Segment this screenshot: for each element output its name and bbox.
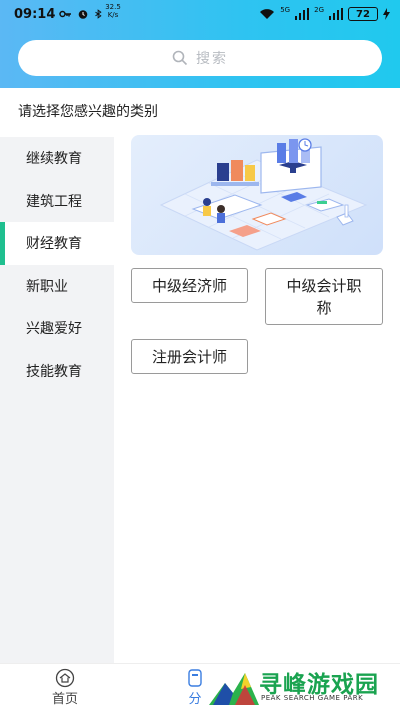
battery-indicator: 72 — [348, 7, 378, 21]
sidebar-item-label: 兴趣爱好 — [26, 321, 82, 338]
search-icon — [172, 50, 188, 66]
network-speed: 32.5 K/s — [104, 3, 122, 19]
alarm-icon — [78, 10, 88, 19]
category-banner-illustration — [131, 135, 383, 255]
status-time: 09:14 — [14, 7, 56, 22]
charging-icon — [383, 8, 390, 20]
home-icon — [55, 668, 75, 688]
signal-icon-1 — [295, 8, 310, 20]
wifi-icon — [260, 9, 275, 19]
sidebar-item-continuing-education[interactable]: 继续教育 — [0, 137, 114, 180]
nav-home-label: 首页 — [52, 692, 79, 707]
tag-intermediate-accountant[interactable]: 中级会计职称 — [265, 268, 383, 325]
sidebar-item-construction[interactable]: 建筑工程 — [0, 180, 114, 223]
sidebar-item-skills[interactable]: 技能教育 — [0, 350, 114, 393]
speed-unit: K/s — [107, 11, 119, 19]
watermark-logo: 寻峰游戏园 PEAK SEARCH GAME PARK — [205, 663, 400, 711]
category-sidebar: 继续教育 建筑工程 财经教育 新职业 兴趣爱好 技能教育 — [0, 137, 114, 663]
sidebar-item-label: 继续教育 — [26, 151, 82, 168]
tag-intermediate-economist[interactable]: 中级经济师 — [131, 268, 248, 303]
sidebar-item-new-careers[interactable]: 新职业 — [0, 265, 114, 308]
category-prompt: 请选择您感兴趣的类别 — [18, 104, 158, 120]
category-icon — [188, 669, 202, 687]
bluetooth-icon — [95, 9, 102, 19]
education-illustration — [159, 138, 368, 251]
mountain-logo-icon — [209, 673, 259, 705]
network-5g-label: 5G — [280, 6, 291, 14]
status-bar: 09:14 32.5 K/s 5G 2G 72 — [0, 0, 400, 30]
sidebar-item-finance[interactable]: 财经教育 — [0, 222, 114, 265]
nav-category[interactable]: 分 — [184, 668, 206, 707]
header: 09:14 32.5 K/s 5G 2G 72 搜索 — [0, 0, 400, 88]
sidebar-item-label: 财经教育 — [26, 236, 82, 253]
tag-label: 中级经济师 — [151, 276, 227, 295]
sidebar-item-label: 新职业 — [26, 278, 68, 295]
tag-label: 中级会计职称 — [286, 276, 362, 317]
sidebar-item-hobbies[interactable]: 兴趣爱好 — [0, 307, 114, 350]
search-input[interactable]: 搜索 — [18, 40, 382, 76]
search-placeholder: 搜索 — [196, 51, 228, 67]
key-icon — [59, 10, 71, 18]
sidebar-item-label: 建筑工程 — [26, 193, 82, 210]
status-icons-right: 5G 2G 72 — [259, 6, 390, 21]
tag-label: 注册会计师 — [151, 347, 227, 366]
tag-cpa[interactable]: 注册会计师 — [131, 339, 248, 374]
network-2g-label: 2G — [314, 6, 324, 14]
status-icons-left — [58, 8, 103, 20]
nav-category-label: 分 — [188, 692, 202, 707]
nav-home[interactable]: 首页 — [52, 668, 78, 707]
speed-value: 32.5 — [105, 3, 121, 11]
signal-icon-2 — [329, 8, 343, 20]
sidebar-item-label: 技能教育 — [26, 363, 82, 380]
watermark-subtitle: PEAK SEARCH GAME PARK — [261, 694, 364, 702]
